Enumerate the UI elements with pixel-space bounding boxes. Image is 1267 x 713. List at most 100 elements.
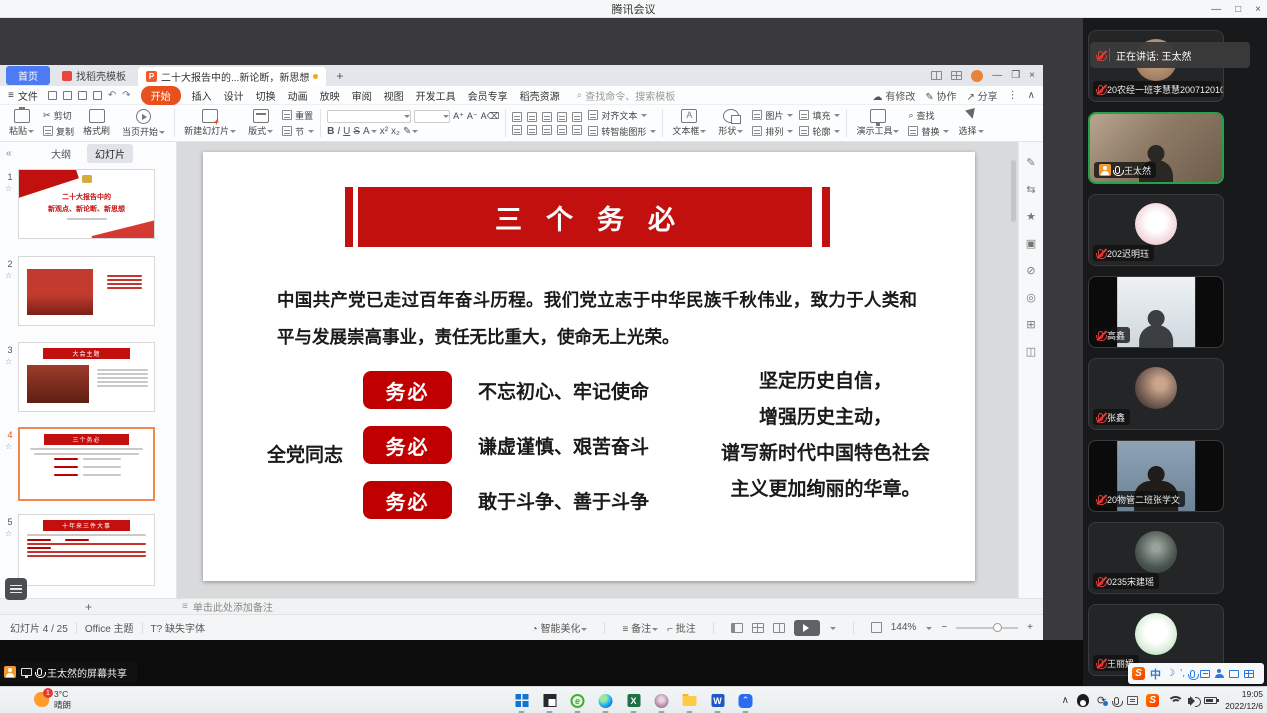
distribute-icon[interactable] [572, 125, 582, 135]
beautify-button[interactable]: ◔ 智能美化 [532, 620, 588, 635]
line-spacing-icon[interactable] [572, 112, 582, 122]
tab-review[interactable]: 审阅 [351, 88, 373, 103]
collapse-ribbon-icon[interactable]: ∧ [1028, 90, 1035, 101]
voice-input-icon[interactable] [1190, 670, 1195, 678]
participant-tile[interactable]: 高鑫 [1088, 276, 1224, 348]
replace-button[interactable]: 替换 [908, 125, 949, 138]
textbox-button[interactable]: 文本框 [669, 109, 709, 137]
wps-minimize-icon[interactable]: — [992, 70, 1002, 81]
slide-thumbnail-3[interactable]: 大会主题 [18, 342, 155, 412]
word-button[interactable]: W [710, 693, 725, 708]
fill-button[interactable]: 填充 [799, 109, 840, 122]
cut-button[interactable]: ✂剪切 [43, 109, 74, 122]
picture-button[interactable]: 图片 [752, 109, 793, 122]
align-left-icon[interactable] [512, 125, 522, 135]
record-icon[interactable]: ◎ [1026, 291, 1036, 304]
theme-name[interactable]: Office 主题 [85, 620, 134, 635]
device-icon[interactable] [1127, 696, 1138, 705]
notes-button[interactable]: ≡ 备注 [622, 620, 658, 635]
play-from-page-button[interactable]: 当页开始 [119, 109, 168, 138]
strike-button[interactable]: S [353, 126, 360, 137]
indent-decrease-icon[interactable] [542, 112, 552, 122]
missing-font-warning[interactable]: T? 缺失字体 [151, 620, 205, 635]
participant-tile[interactable]: 0235宋建瑶 [1088, 522, 1224, 594]
clear-format-icon[interactable]: A⌫ [481, 111, 500, 122]
account-icon[interactable] [1215, 669, 1224, 678]
slideshow-play-button[interactable] [794, 620, 820, 636]
tab-slides[interactable]: 幻灯片 [87, 144, 133, 163]
more-menu-icon[interactable]: ⋮ [1008, 90, 1018, 101]
share-button[interactable]: ↗ 分享 [967, 88, 998, 103]
outline-button[interactable]: 轮廓 [799, 125, 840, 138]
slide-thumbnail-4-selected[interactable]: 三个务必 [18, 427, 155, 501]
hidden-icons-chevron[interactable]: ∧ [1062, 695, 1069, 706]
tab-document[interactable]: P 二十大报告中的...新论断，新思想 [138, 67, 326, 86]
smart-graphic-button[interactable]: 转智能图形 [588, 125, 656, 138]
command-search[interactable]: ⌕ 查找命令、搜索模板 [577, 88, 676, 103]
tab-member[interactable]: 会员专享 [467, 88, 509, 103]
qq-icon[interactable] [1077, 694, 1089, 707]
align-right-icon[interactable] [542, 125, 552, 135]
slide-thumbnail-2[interactable] [18, 256, 155, 326]
tab-slideshow[interactable]: 放映 [319, 88, 341, 103]
paste-button[interactable]: 粘贴 [6, 109, 37, 137]
slide-thumbnail-1[interactable]: 二十大报告中的 新观点、新论断、新思想 [18, 169, 155, 239]
animation-star-icon[interactable]: ★ [1026, 210, 1036, 223]
present-tools-button[interactable]: 演示工具 [853, 109, 902, 137]
participant-tile[interactable]: 20物管二班张学文 [1088, 440, 1224, 512]
tray-mic-icon[interactable] [1114, 697, 1119, 705]
zoom-out-button[interactable]: − [941, 622, 947, 633]
slide-sorter-icon[interactable] [752, 623, 764, 633]
toolbox-icon[interactable] [1244, 670, 1254, 678]
participant-tile[interactable]: 202迟明珏 [1088, 194, 1224, 266]
file-explorer-button[interactable] [682, 693, 697, 708]
help-icon[interactable]: ⊘ [1026, 264, 1035, 277]
wps-restore-icon[interactable]: ❐ [1011, 70, 1020, 81]
output-icon[interactable] [93, 91, 102, 100]
play-options-caret[interactable] [830, 627, 836, 633]
fit-slide-icon[interactable] [871, 622, 882, 633]
wifi-icon[interactable] [1167, 696, 1180, 706]
indent-increase-icon[interactable] [557, 112, 567, 122]
tab-view[interactable]: 视图 [383, 88, 405, 103]
zoom-slider[interactable] [956, 627, 1018, 629]
slide-layout-icon[interactable]: ▣ [1026, 237, 1036, 250]
tab-docer-res[interactable]: 稻壳资源 [519, 88, 561, 103]
split-view-icon[interactable] [931, 71, 942, 80]
tab-design[interactable]: 设计 [223, 88, 245, 103]
highlight-icon[interactable]: ✎ [403, 126, 418, 137]
meeting-app-button[interactable]: ⌃ [738, 693, 753, 708]
zoom-knob[interactable] [993, 623, 1002, 632]
zoom-in-button[interactable]: + [1027, 622, 1033, 633]
notes-placeholder[interactable]: 单击此处添加备注 [193, 599, 273, 614]
participant-tile-speaking[interactable]: 王太然 [1088, 112, 1224, 184]
reading-icon[interactable]: ◫ [1026, 345, 1036, 358]
zoom-level[interactable]: 144% [891, 622, 917, 633]
soft-keyboard-icon[interactable] [1200, 670, 1210, 678]
wps-close-icon[interactable]: × [1029, 70, 1035, 81]
bullets-icon[interactable] [512, 112, 522, 122]
reading-view-icon[interactable] [773, 623, 785, 633]
tab-start[interactable]: 开始 [141, 86, 181, 105]
bold-button[interactable]: B [327, 126, 334, 137]
numbering-icon[interactable] [527, 112, 537, 122]
align-text-button[interactable]: 对齐文本 [588, 109, 656, 122]
redo-icon[interactable]: ↷ [122, 90, 130, 101]
print-preview-icon[interactable] [78, 91, 87, 100]
superscript-icon[interactable]: x² [380, 126, 388, 137]
font-name-select[interactable] [327, 110, 411, 123]
justify-icon[interactable] [557, 125, 567, 135]
battery-icon[interactable] [1204, 697, 1217, 704]
minimize-icon[interactable]: — [1211, 4, 1221, 15]
fullwidth-moon-icon[interactable]: ☽ [1166, 668, 1175, 679]
sogou-logo-icon[interactable]: S [1132, 667, 1145, 680]
floating-menu-button[interactable] [5, 578, 27, 600]
section-button[interactable]: 节 [282, 125, 314, 138]
weather-widget[interactable]: 1 3°C 晴朗 [34, 689, 71, 710]
layout-button[interactable]: 版式 [245, 109, 276, 137]
decrease-font-icon[interactable]: A⁻ [467, 111, 478, 122]
tab-docer[interactable]: 找稻壳模板 [54, 66, 134, 85]
find-button[interactable]: ⌕查找 [908, 109, 949, 122]
sogou-tray-icon[interactable]: S [1146, 694, 1159, 707]
new-slide-button[interactable]: 新建幻灯片 [181, 109, 239, 137]
